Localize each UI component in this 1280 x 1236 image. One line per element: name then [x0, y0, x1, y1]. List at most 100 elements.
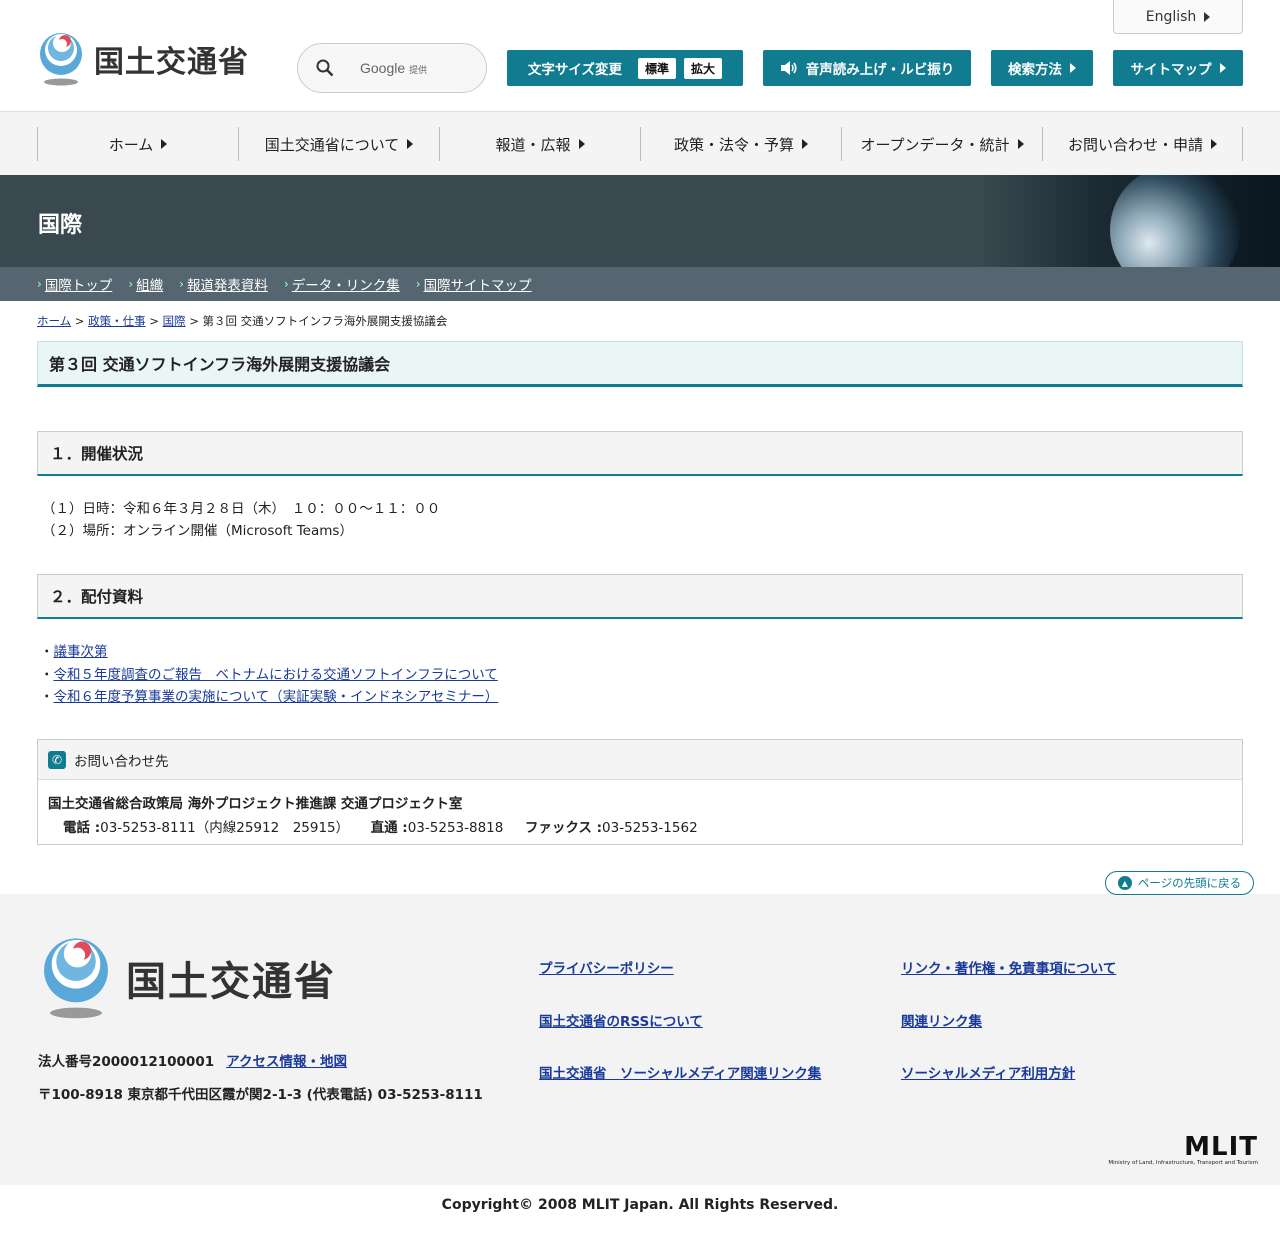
font-standard-button[interactable]: 標準 [638, 57, 677, 79]
breadcrumb: ホーム > 政策・仕事 > 国際 > 第３回 交通ソフトインフラ海外展開支援協議… [37, 314, 448, 328]
arrow-up-icon: ▲ [1117, 876, 1132, 890]
fax-value: 03-5253-1562 [602, 820, 698, 836]
site-name: 国土交通省 [94, 45, 249, 80]
chevron-right-icon: › [415, 277, 421, 291]
meeting-place: （２）場所：オンライン開催（Microsoft Teams） [42, 523, 353, 539]
mlit-logo: MLIT Ministry of Land, Infrastructure, T… [1102, 1134, 1258, 1166]
gnav-label: 政策・法令・予算 [673, 135, 794, 154]
site-footer: 国土交通省 法人番号2000012100001 アクセス情報・地図 〒100-89… [0, 894, 1280, 1185]
font-large-button[interactable]: 拡大 [684, 57, 723, 79]
gnav-label: ホーム [108, 135, 154, 154]
search-placeholder: Google 提供 [360, 60, 428, 76]
mlit-emblem-icon [36, 32, 86, 86]
back-to-top-button[interactable]: ▲ ページの先頭に戻る [1105, 871, 1254, 895]
footer-site-name: 国土交通省 [126, 959, 336, 1005]
contact-box: ✆ お問い合わせ先 国土交通省総合政策局 海外プロジェクト推進課 交通プロジェク… [37, 739, 1243, 845]
list-item: ・令和６年度予算事業の実施について（実証実験・インドネシアセミナー） [40, 689, 499, 705]
category-subnav: › 国際トップ › 組織 › 報道発表資料 › データ・リンク集 › 国際サイトマップ [0, 267, 1280, 301]
footer-address: 〒100-8918 東京都千代田区霞が関2-1-3 (代表電話) 03-5253… [38, 1087, 483, 1103]
gnav-item-press[interactable]: 報道・広報 [439, 127, 640, 161]
subnav-intl-sitemap[interactable]: 国際サイトマップ [424, 274, 532, 294]
material-link-budget-project[interactable]: 令和６年度予算事業の実施について（実証実験・インドネシアセミナー） [54, 689, 499, 705]
gnav-item-opendata[interactable]: オープンデータ・統計 [841, 127, 1042, 161]
section-heading-status: １．開催状況 [37, 431, 1243, 476]
material-link-survey-report[interactable]: 令和５年度調査のご報告 ベトナムにおける交通ソフトインフラについて [54, 667, 498, 683]
contact-heading: ✆ お問い合わせ先 [38, 740, 1242, 780]
gnav-item-home[interactable]: ホーム [37, 127, 238, 161]
phone-icon: ✆ [48, 750, 66, 769]
mlit-logo-text: MLIT [1184, 1132, 1258, 1162]
fax-label: ファックス : [524, 820, 603, 836]
search-icon [316, 59, 334, 77]
privacy-policy-link[interactable]: プライバシーポリシー [539, 957, 674, 977]
sitemap-button[interactable]: サイトマップ [1113, 50, 1243, 86]
triangle-right-icon [1204, 11, 1211, 22]
gnav-item-contact[interactable]: お問い合わせ・申請 [1042, 127, 1243, 161]
category-banner: 国際 [0, 175, 1280, 267]
material-link-agenda[interactable]: 議事次第 [54, 644, 108, 660]
contact-organization: 国土交通省総合政策局 海外プロジェクト推進課 交通プロジェクト室 [48, 796, 463, 812]
subnav-press-releases[interactable]: 報道発表資料 [187, 274, 268, 294]
chevron-right-icon: › [37, 277, 42, 291]
gnav-label: オープンデータ・統計 [860, 135, 1010, 154]
access-map-link[interactable]: アクセス情報・地図 [226, 1054, 347, 1070]
breadcrumb-intl[interactable]: 国際 [163, 314, 186, 328]
rss-link[interactable]: 国土交通省のRSSについて [539, 1010, 703, 1030]
triangle-right-icon [1219, 63, 1226, 73]
corp-number-text: 法人番号2000012100001 [38, 1054, 215, 1070]
site-logo[interactable]: 国土交通省 [36, 32, 249, 86]
social-media-policy-link[interactable]: ソーシャルメディア利用方針 [901, 1062, 1075, 1082]
triangle-right-icon [1070, 63, 1076, 73]
search-method-button[interactable]: 検索方法 [991, 50, 1093, 86]
direct-value: 03-5253-8818 [407, 820, 504, 836]
search-method-label: 検索方法 [1008, 62, 1062, 78]
copyright-disclaimer-link[interactable]: リンク・著作権・免責事項について [901, 957, 1116, 977]
gnav-item-policy[interactable]: 政策・法令・予算 [640, 127, 841, 161]
back-to-top-label: ページの先頭に戻る [1137, 876, 1242, 890]
section-heading-materials: ２．配付資料 [37, 574, 1243, 619]
speaker-icon [780, 61, 797, 75]
contact-numbers: 電話 :03-5253-8111（内線25912 25915） 直通 :03-5… [63, 816, 698, 836]
globe-image [1110, 175, 1240, 267]
gnav-label: 国土交通省について [264, 135, 400, 154]
tel-value: 03-5253-8111（内線25912 25915） [100, 820, 350, 836]
site-header: 国土交通省 Google 提供 English 文字サイズ変更 標準 拡大 音声読… [0, 0, 1280, 112]
breadcrumb-policy[interactable]: 政策・仕事 [88, 314, 146, 328]
subnav-intl-top[interactable]: 国際トップ [45, 274, 113, 294]
triangle-right-icon [578, 139, 585, 149]
gnav-label: お問い合わせ・申請 [1067, 135, 1203, 154]
list-item: ・議事次第 [40, 644, 108, 660]
social-media-links-link[interactable]: 国土交通省 ソーシャルメディア関連リンク集 [539, 1062, 821, 1082]
corporate-number: 法人番号2000012100001 アクセス情報・地図 [38, 1050, 347, 1070]
triangle-right-icon [407, 139, 414, 149]
page-title: 第３回 交通ソフトインフラ海外展開支援協議会 [37, 341, 1243, 387]
breadcrumb-current: 第３回 交通ソフトインフラ海外展開支援協議会 [202, 314, 448, 328]
mlit-emblem-icon [38, 936, 114, 1020]
english-link[interactable]: English [1113, 0, 1243, 34]
global-nav: ホーム 国土交通省について 報道・広報 政策・法令・予算 オープンデータ・統計 … [0, 112, 1280, 175]
contact-heading-label: お問い合わせ先 [74, 753, 169, 770]
search-box[interactable]: Google 提供 [297, 43, 487, 93]
chevron-right-icon: › [283, 277, 289, 291]
meeting-date: （１）日時：令和６年３月２８日（木） １０：００～１１：００ [42, 501, 441, 517]
sitemap-label: サイトマップ [1130, 62, 1212, 78]
gnav-label: 報道・広報 [495, 135, 571, 154]
related-links-link[interactable]: 関連リンク集 [901, 1010, 982, 1030]
subnav-data-links[interactable]: データ・リンク集 [292, 274, 400, 294]
subnav-organization[interactable]: 組織 [136, 274, 163, 294]
direct-label: 直通 : [370, 820, 408, 836]
font-size-label: 文字サイズ変更 [527, 62, 623, 78]
breadcrumb-home[interactable]: ホーム [37, 314, 71, 328]
triangle-right-icon [1211, 139, 1217, 149]
list-item: ・令和５年度調査のご報告 ベトナムにおける交通ソフトインフラについて [40, 667, 498, 683]
gnav-item-about[interactable]: 国土交通省について [238, 127, 439, 161]
banner-title: 国際 [38, 213, 83, 238]
banner-image [980, 175, 1280, 267]
triangle-right-icon [1017, 139, 1024, 149]
english-label: English [1145, 8, 1197, 25]
copyright: Copyright© 2008 MLIT Japan. All Rights R… [441, 1197, 839, 1213]
triangle-right-icon [802, 139, 808, 149]
mlit-logo-subtitle: Ministry of Land, Infrastructure, Transp… [1108, 1160, 1258, 1166]
speech-ruby-button[interactable]: 音声読み上げ・ルビ振り [763, 50, 971, 86]
footer-logo[interactable]: 国土交通省 [38, 936, 336, 1020]
